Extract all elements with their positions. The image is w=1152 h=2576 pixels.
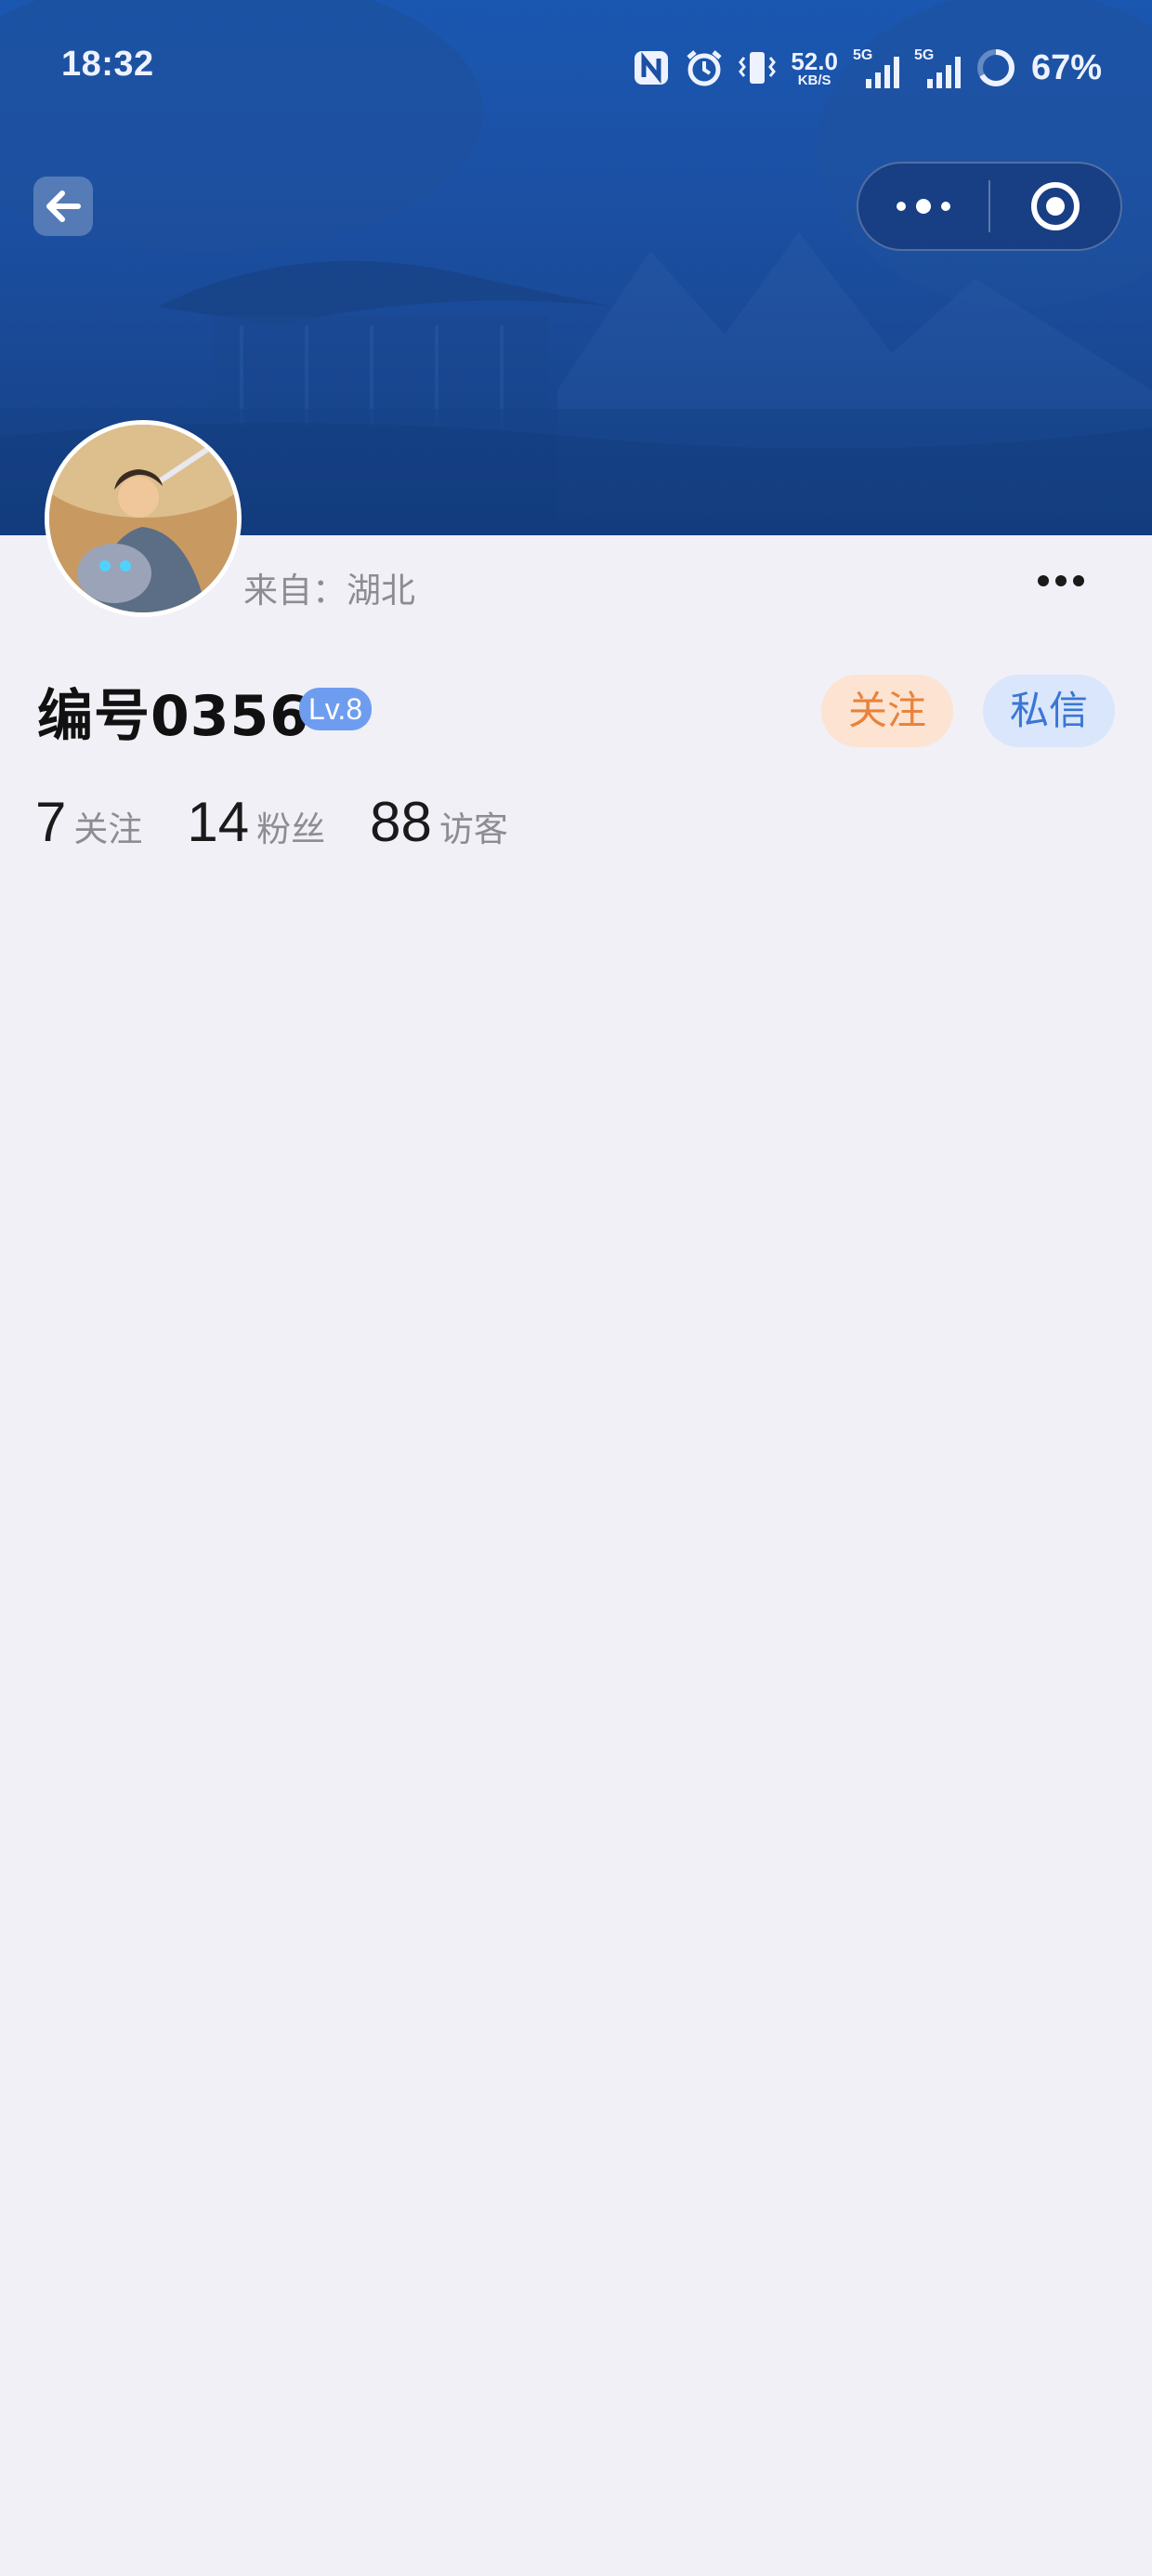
stat-label: 关注 — [73, 809, 143, 849]
stat-visitors[interactable]: 88 访客 — [370, 790, 508, 854]
stat-value: 88 — [370, 791, 432, 853]
stat-label: 访客 — [439, 809, 508, 849]
arrow-left-icon — [46, 191, 81, 222]
capsule-close-button[interactable] — [990, 164, 1120, 249]
net-speed: 52.0 KB/S — [791, 49, 838, 87]
stat-value: 7 — [35, 791, 67, 853]
miniprogram-capsule — [857, 162, 1122, 251]
status-time: 18:32 — [61, 45, 154, 84]
capsule-more-button[interactable] — [858, 164, 988, 249]
battery-percent: 67% — [1030, 47, 1102, 87]
ellipsis-icon — [1038, 575, 1084, 586]
status-icons: 52.0 KB/S 5G 5G 67% — [633, 45, 1102, 91]
message-button[interactable]: 私信 — [983, 675, 1115, 747]
stat-followers[interactable]: 14 粉丝 — [187, 790, 325, 854]
level-badge: Lv.8 — [299, 688, 373, 730]
alarm-icon — [685, 48, 724, 87]
net-speed-value: 52.0 — [791, 46, 838, 75]
signal-5g-icon: 5G — [853, 47, 899, 88]
follow-button[interactable]: 关注 — [821, 675, 953, 747]
profile-stats: 7 关注 14 粉丝 88 访客 — [35, 790, 553, 854]
back-button[interactable] — [33, 177, 93, 236]
net-speed-unit: KB/S — [797, 72, 831, 88]
username: 编号0356 — [37, 684, 309, 749]
more-dots-icon — [897, 199, 950, 214]
signal-5g-icon: 5G — [914, 47, 961, 88]
avatar[interactable] — [45, 420, 242, 617]
close-target-icon — [1030, 182, 1080, 230]
stat-following[interactable]: 7 关注 — [35, 790, 142, 854]
origin-location: 来自：湖北 — [243, 571, 415, 611]
more-options-button[interactable] — [1033, 558, 1089, 604]
battery-ring-icon — [975, 47, 1016, 88]
status-bar: 18:32 52.0 KB/S 5G 5G 67% — [0, 0, 1152, 139]
nfc-icon — [633, 49, 670, 86]
avatar-image — [49, 425, 237, 612]
stat-label: 粉丝 — [256, 809, 326, 849]
stat-value: 14 — [187, 791, 250, 853]
vibrate-icon — [739, 48, 777, 87]
